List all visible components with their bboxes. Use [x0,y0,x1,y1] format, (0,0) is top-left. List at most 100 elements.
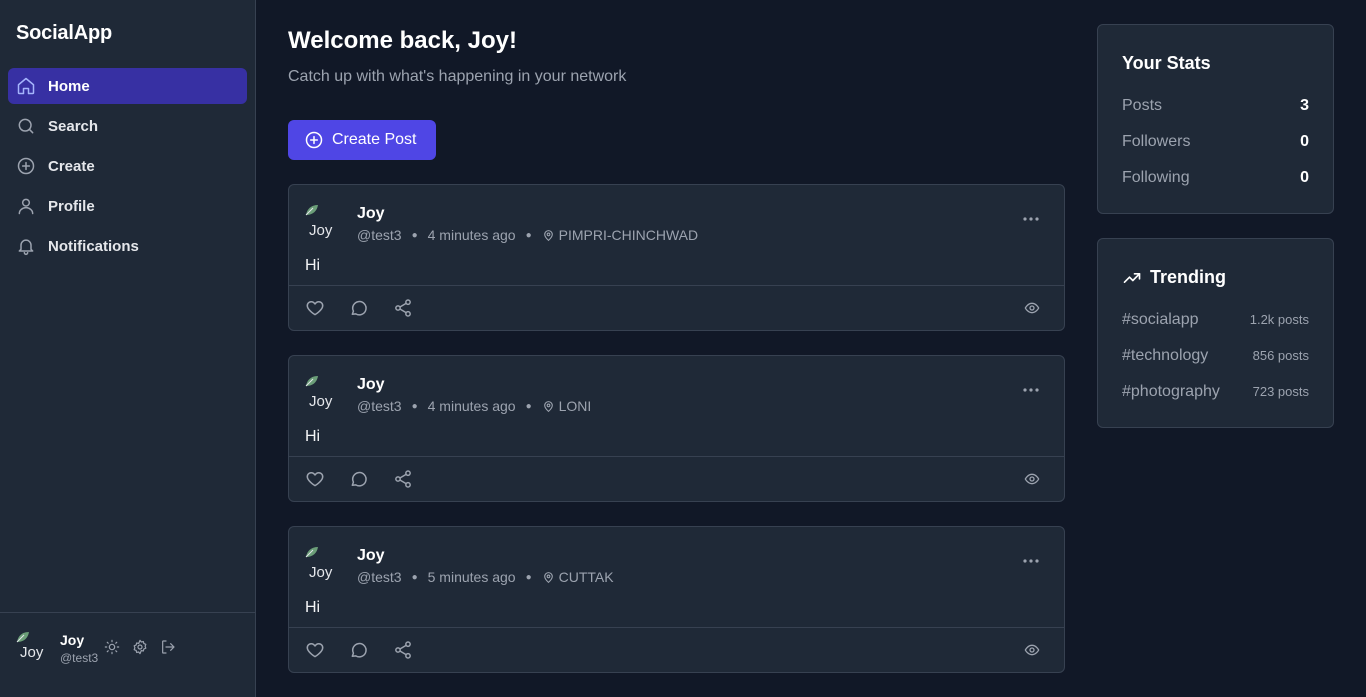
avatar[interactable]: Joy [305,204,335,240]
post-author[interactable]: Joy [357,547,385,565]
page-subtitle: Catch up with what's happening in your n… [288,68,627,85]
separator-dot: ● [411,229,418,241]
trending-up-icon [1122,268,1142,288]
comment-icon[interactable] [349,640,369,660]
stats-title: Your Stats [1122,53,1211,74]
stats-panel: Your Stats Posts 3 Followers 0 Following… [1097,24,1334,214]
separator-dot: ● [525,400,532,412]
stat-row: Following 0 [1122,169,1309,187]
trending-tag[interactable]: #technology [1122,347,1208,365]
avatar-alt-text: Joy [20,644,44,661]
trending-count: 1.2k posts [1249,312,1309,327]
separator-dot: ● [411,571,418,583]
divider [289,456,1064,457]
avatar[interactable]: Joy [305,546,335,582]
post-location: CUTTAK [558,569,614,585]
sidebar-item-create[interactable]: Create [8,148,247,184]
logout-icon[interactable] [160,639,176,655]
create-post-label: Create Post [332,131,417,148]
post-author[interactable]: Joy [357,205,385,223]
trending-title: Trending [1122,267,1226,288]
stat-label: Following [1122,169,1190,186]
avatar[interactable]: Joy [16,631,44,661]
trending-item[interactable]: #socialapp 1.2k posts [1122,311,1309,329]
sidebar-user-box: Joy Joy @test3 [0,612,255,697]
map-pin-icon [542,400,555,413]
heart-icon[interactable] [305,298,325,318]
sidebar: SocialApp Home Search Create Profile Not… [0,0,256,697]
sidebar-item-label: Notifications [48,237,139,255]
post-meta: @test3 ● 4 minutes ago ● LONI [357,398,591,414]
gear-icon[interactable] [132,639,148,655]
sidebar-item-label: Profile [48,197,95,215]
eye-icon [1024,300,1040,316]
post-meta: @test3 ● 4 minutes ago ● PIMPRI-CHINCHWA… [357,227,698,243]
separator-dot: ● [411,400,418,412]
user-icon [16,196,36,216]
stat-value: 0 [1300,133,1309,150]
post-card: Joy Joy @test3 ● 4 minutes ago ● PIMPRI-… [288,184,1065,331]
post-handle: @test3 [357,569,402,585]
stat-value: 3 [1300,97,1309,114]
sun-icon[interactable] [104,639,120,655]
plus-circle-icon [16,156,36,176]
post-time: 5 minutes ago [427,569,516,585]
post-actions [305,640,413,660]
more-options-icon[interactable] [1022,215,1040,223]
user-handle: @test3 [60,651,99,665]
heart-icon[interactable] [305,640,325,660]
divider [289,285,1064,286]
stat-row: Posts 3 [1122,97,1309,115]
stat-label: Posts [1122,97,1163,114]
post-author[interactable]: Joy [357,376,385,394]
post-body: Hi [305,599,321,616]
heart-icon[interactable] [305,469,325,489]
sidebar-item-profile[interactable]: Profile [8,188,247,224]
comment-icon[interactable] [349,469,369,489]
share-icon[interactable] [393,298,413,318]
map-pin-icon [542,229,555,242]
post-meta: @test3 ● 5 minutes ago ● CUTTAK [357,569,614,585]
more-options-icon[interactable] [1022,386,1040,394]
post-card: Joy Joy @test3 ● 4 minutes ago ● LONI Hi [288,355,1065,502]
broken-image-icon [16,632,29,643]
eye-icon [1024,642,1040,658]
sidebar-item-label: Create [48,157,95,175]
avatar-alt-text: Joy [309,222,333,239]
trending-item[interactable]: #photography 723 posts [1122,383,1309,401]
post-card: Joy Joy @test3 ● 5 minutes ago ● CUTTAK … [288,526,1065,673]
broken-image-icon [305,205,318,216]
separator-dot: ● [525,229,532,241]
trending-tag[interactable]: #socialapp [1122,311,1199,329]
more-options-icon[interactable] [1022,557,1040,565]
avatar-alt-text: Joy [309,564,333,581]
share-icon[interactable] [393,640,413,660]
plus-circle-icon [304,130,324,150]
divider [289,627,1064,628]
avatar[interactable]: Joy [305,375,335,411]
sidebar-item-search[interactable]: Search [8,108,247,144]
post-handle: @test3 [357,398,402,414]
trending-item[interactable]: #technology 856 posts [1122,347,1309,365]
trending-panel: Trending #socialapp 1.2k posts #technolo… [1097,238,1334,428]
trending-title-text: Trending [1150,267,1226,287]
separator-dot: ● [525,571,532,583]
sidebar-item-notifications[interactable]: Notifications [8,228,247,264]
app-brand[interactable]: SocialApp [16,22,112,45]
trending-tag[interactable]: #photography [1122,383,1220,401]
sidebar-item-home[interactable]: Home [8,68,247,104]
post-time: 4 minutes ago [427,398,516,414]
share-icon[interactable] [393,469,413,489]
stat-label: Followers [1122,133,1191,150]
post-location: LONI [558,398,592,414]
avatar-alt-text: Joy [309,393,333,410]
post-location: PIMPRI-CHINCHWAD [558,227,699,243]
create-post-button[interactable]: Create Post [288,120,436,160]
user-name: Joy [60,632,85,648]
post-time: 4 minutes ago [427,227,516,243]
eye-icon [1024,471,1040,487]
post-actions [305,298,413,318]
page-title: Welcome back, Joy! [288,27,517,54]
comment-icon[interactable] [349,298,369,318]
stats-title-text: Your Stats [1122,53,1211,73]
